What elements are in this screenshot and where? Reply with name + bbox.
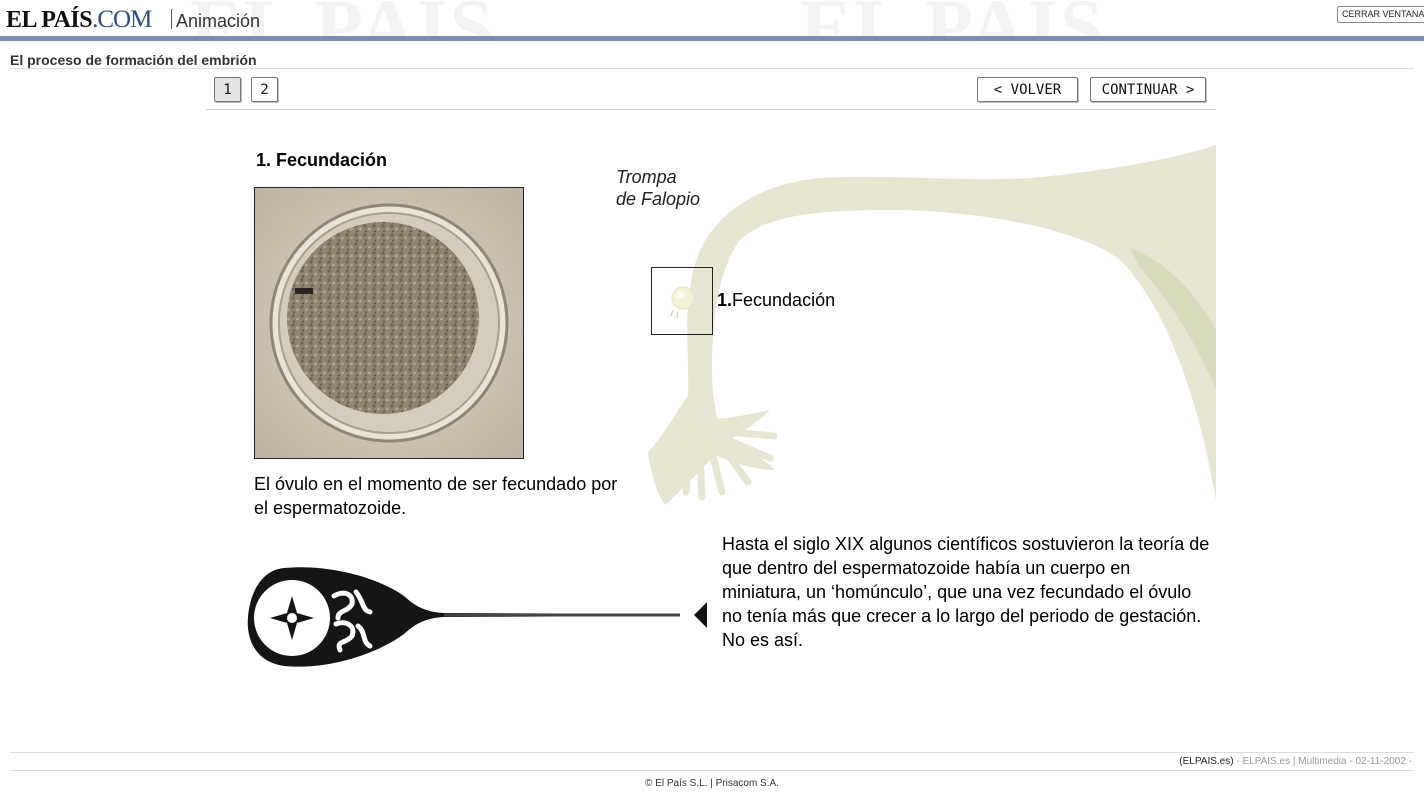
page-title: El proceso de formación del embrión	[10, 52, 257, 68]
elpais-logo[interactable]: EL PAÍS.COM	[6, 6, 152, 34]
step-title: 1. Fecundación	[256, 150, 388, 170]
copyright: © El País S.L. | Prisacom S.A.	[645, 778, 779, 789]
pointer-arrow-icon	[694, 602, 707, 628]
header-bar	[0, 36, 1424, 41]
photo-caption: El óvulo en el momento de ser fecundado …	[254, 474, 618, 518]
homunculus-sperm-illustration	[247, 567, 681, 667]
divider	[206, 109, 1216, 110]
close-window-button[interactable]: CERRAR VENTANA	[1337, 6, 1424, 23]
divider	[10, 770, 1414, 771]
fertilization-label: 1.Fecundación	[717, 290, 835, 311]
homunculus-text: Hasta el siglo XIX algunos científicos s…	[722, 534, 1210, 650]
logo-com: .COM	[92, 6, 152, 33]
credit-rest[interactable]: - ELPAIS.es | Multimedia - 02-11-2002 -	[1234, 756, 1412, 767]
tube-label-line: de Falopio	[616, 189, 701, 209]
tube-label-line: Trompa	[616, 167, 677, 187]
fertilization-marker-box[interactable]	[651, 267, 713, 335]
fertilized-egg-icon	[670, 286, 695, 319]
divider	[10, 752, 1414, 753]
credit-source-link[interactable]: (ELPAIS.es)	[1179, 756, 1233, 767]
tube-body	[687, 145, 1216, 500]
divider	[10, 68, 1414, 69]
logo-divider	[171, 9, 172, 29]
continue-button[interactable]: CONTINUAR >	[1090, 77, 1206, 102]
section-title: Animación	[176, 11, 261, 31]
ovule-photo	[254, 187, 524, 459]
fallopian-tube-label: Trompa de Falopio	[616, 166, 700, 210]
logo-text: EL PAÍS	[6, 7, 93, 33]
back-button[interactable]: < VOLVER	[977, 77, 1078, 102]
page-1-button[interactable]: 1	[214, 77, 241, 102]
marker-number: 1.	[717, 290, 733, 310]
header-watermark: EL PAÍS	[800, 0, 1105, 36]
marker-text: Fecundación	[732, 290, 836, 310]
fallopian-tube-illustration	[648, 145, 1216, 505]
footer-credit: (ELPAIS.es) - ELPAIS.es | Multimedia - 0…	[1100, 756, 1412, 767]
page-2-button[interactable]: 2	[251, 77, 278, 102]
